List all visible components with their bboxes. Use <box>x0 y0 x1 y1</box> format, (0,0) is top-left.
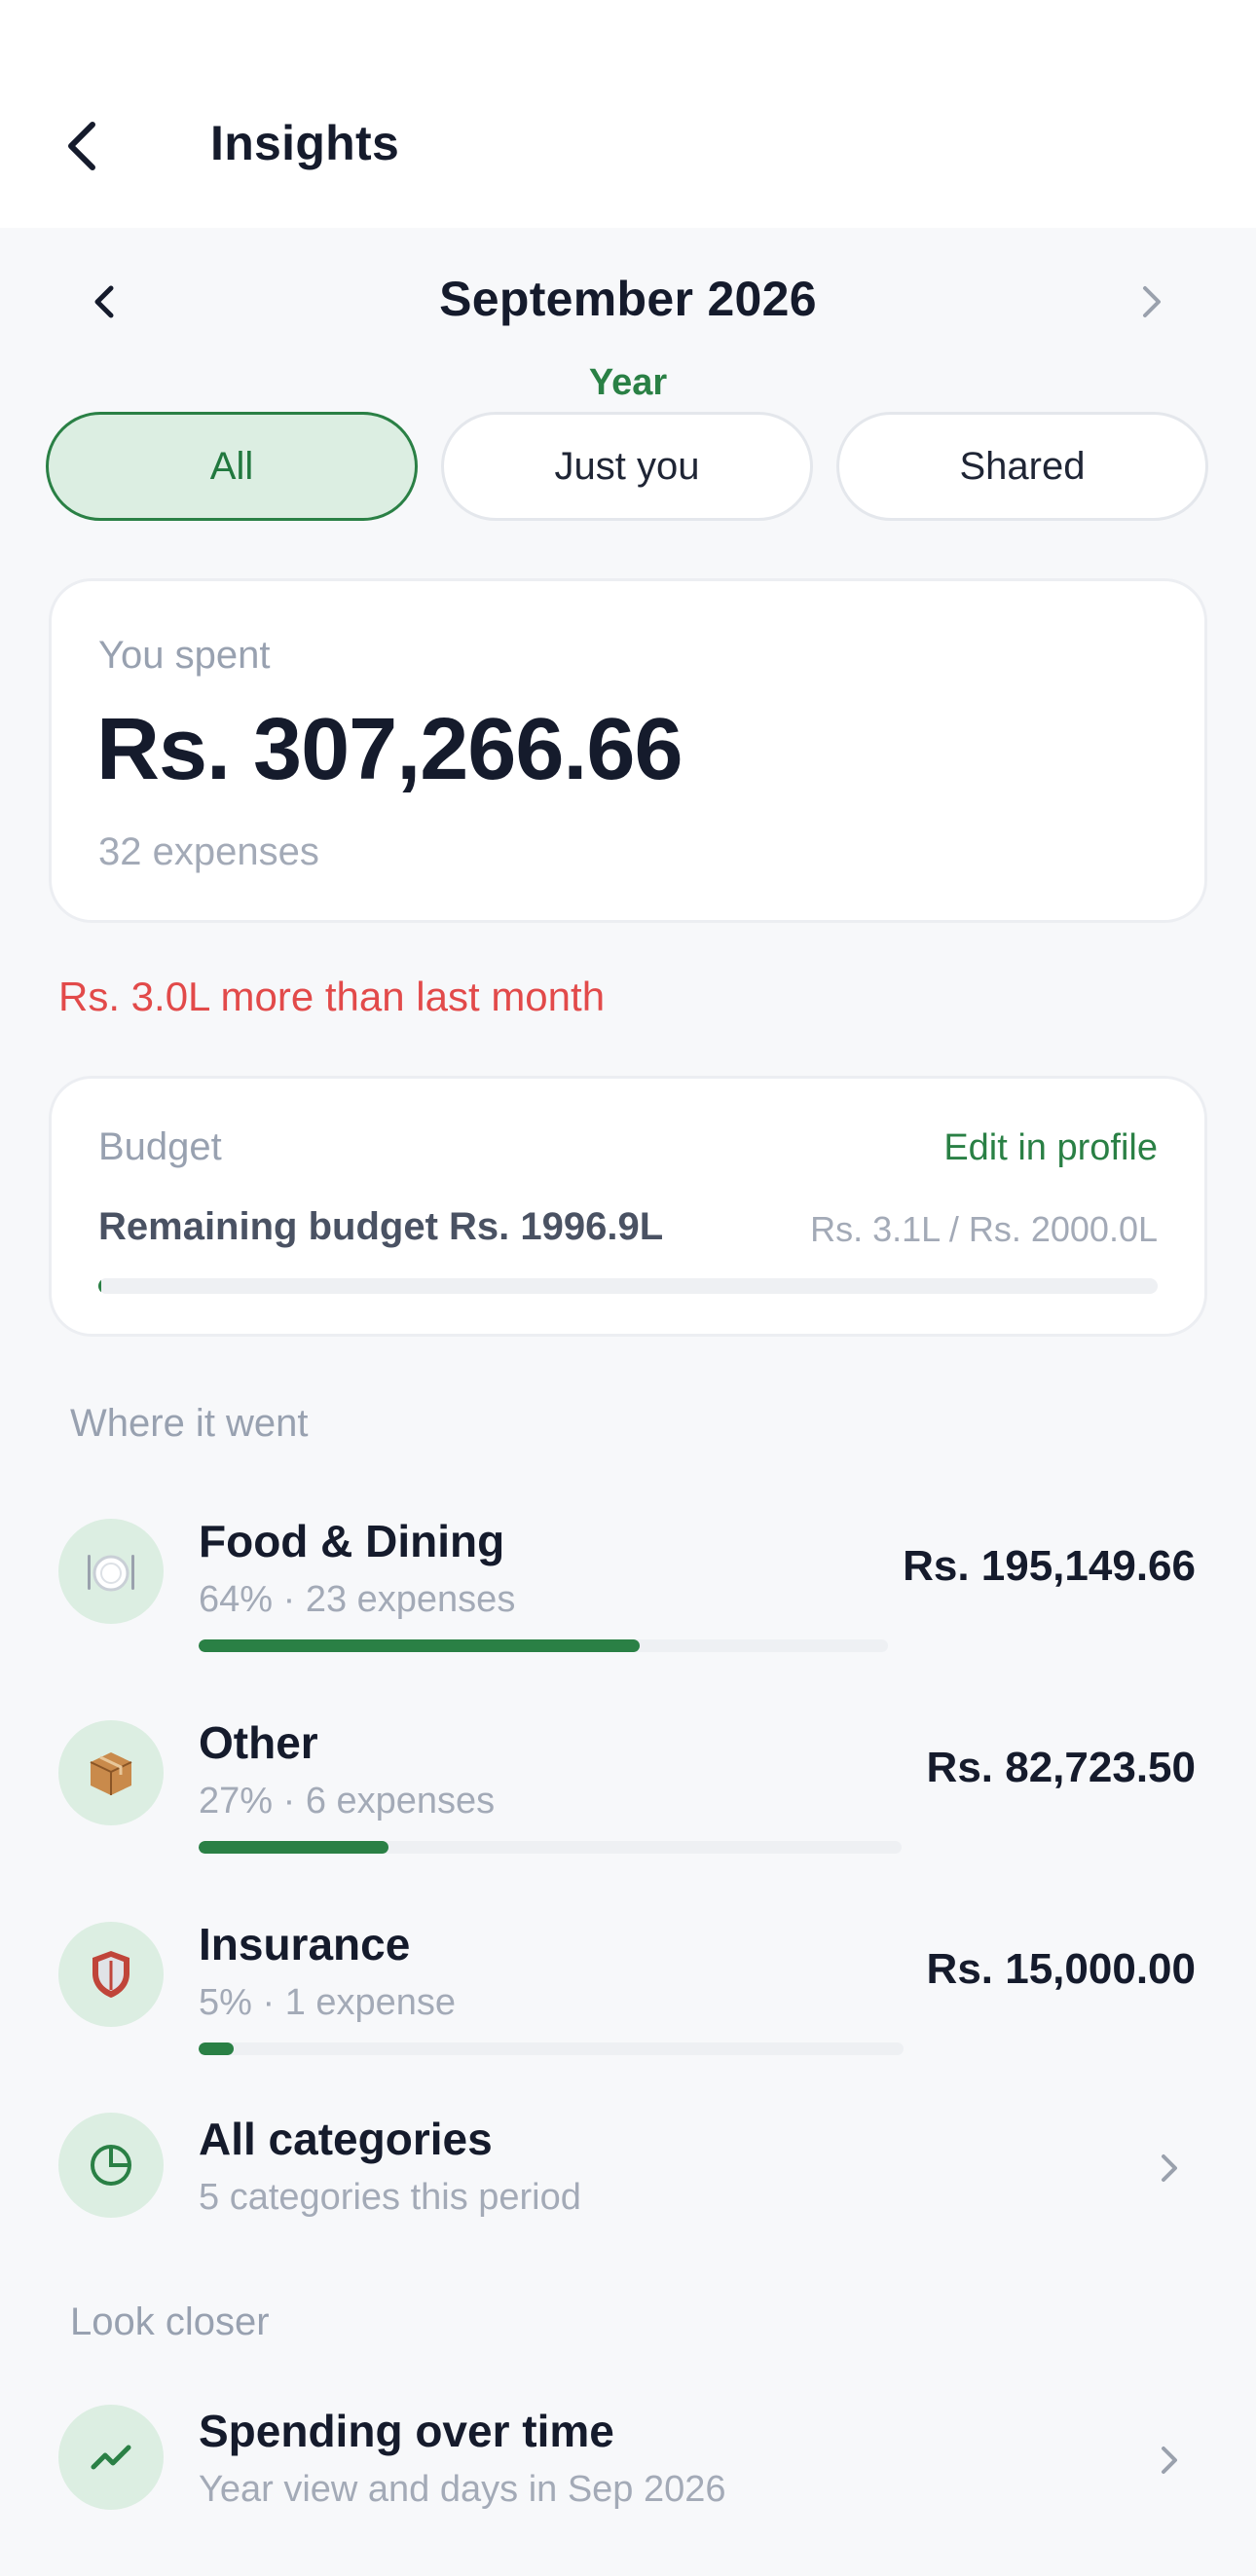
category-amount: Rs. 82,723.50 <box>926 1744 1196 1791</box>
spent-label: You spent <box>98 634 271 677</box>
filter-just-you[interactable]: Just you <box>441 412 813 521</box>
all-categories-row[interactable]: All categories 5 categories this period <box>0 2099 1256 2245</box>
expense-count: 32 expenses <box>98 830 319 873</box>
category-meta: 5% · 1 expense <box>199 1982 457 2023</box>
period-mode-toggle[interactable]: Year <box>0 362 1256 404</box>
chevron-left-icon <box>68 122 95 170</box>
category-meta: 64% · 23 expenses <box>199 1579 516 1620</box>
category-row-other[interactable]: Other 27% · 6 expenses Rs. 82,723.50 <box>0 1711 1256 1895</box>
category-name: Other <box>199 1717 318 1768</box>
spent-summary-card: You spent Rs. 307,266.66 32 expenses <box>49 578 1207 923</box>
insights-screen: Insights September 2026 Year All Just yo… <box>0 0 1256 2576</box>
page-title: Insights <box>210 116 400 170</box>
all-categories-title: All categories <box>199 2114 493 2164</box>
trend-icon <box>58 2405 164 2510</box>
chevron-right-icon <box>1145 2436 1194 2484</box>
spending-over-time-row[interactable]: Spending over time Year view and days in… <box>0 2391 1256 2537</box>
pie-chart-icon <box>58 2113 164 2218</box>
spending-over-time-subtitle: Year view and days in Sep 2026 <box>199 2469 726 2510</box>
package-icon <box>58 1720 164 1825</box>
edit-in-profile-link[interactable]: Edit in profile <box>943 1127 1158 1169</box>
category-name: Food & Dining <box>199 1516 505 1566</box>
back-button[interactable] <box>49 107 117 185</box>
chevron-right-icon <box>1143 286 1161 317</box>
budget-ratio: Rs. 3.1L / Rs. 2000.0L <box>810 1209 1158 1249</box>
category-name: Insurance <box>199 1919 411 1969</box>
remaining-budget: Remaining budget Rs. 1996.9L <box>98 1205 664 1248</box>
month-comparison: Rs. 3.0L more than last month <box>58 974 606 1019</box>
category-progress-fill <box>199 2042 235 2055</box>
shield-icon <box>58 1922 164 2027</box>
category-amount: Rs. 195,149.66 <box>903 1542 1196 1590</box>
spent-amount: Rs. 307,266.66 <box>96 701 683 798</box>
category-amount: Rs. 15,000.00 <box>926 1945 1196 1993</box>
spending-over-time-title: Spending over time <box>199 2406 614 2456</box>
budget-progress-fill <box>98 1278 102 1294</box>
category-meta: 27% · 6 expenses <box>199 1781 496 1822</box>
section-look-closer: Look closer <box>70 2300 270 2343</box>
category-progress-track <box>199 2042 904 2055</box>
budget-progress-track <box>98 1278 1158 1294</box>
section-where-it-went: Where it went <box>70 1402 309 1445</box>
filter-shared[interactable]: Shared <box>836 412 1208 521</box>
category-progress-fill <box>199 1639 641 1652</box>
period-label: September 2026 <box>439 272 817 326</box>
category-progress-track <box>199 1841 902 1854</box>
filter-all[interactable]: All <box>46 412 418 521</box>
budget-card: Budget Edit in profile Remaining budget … <box>49 1076 1207 1337</box>
category-row-insurance[interactable]: Insurance 5% · 1 expense Rs. 15,000.00 <box>0 1912 1256 2097</box>
category-progress-track <box>199 1639 888 1652</box>
category-progress-fill <box>199 1841 388 1854</box>
category-row-food-dining[interactable]: Food & Dining 64% · 23 expenses Rs. 195,… <box>0 1509 1256 1694</box>
budget-title: Budget <box>98 1125 222 1168</box>
all-categories-subtitle: 5 categories this period <box>199 2177 581 2218</box>
next-period-button[interactable] <box>1118 268 1186 336</box>
chevron-right-icon <box>1145 2144 1194 2192</box>
top-bar: Insights <box>0 0 1256 228</box>
plate-icon <box>58 1519 164 1624</box>
